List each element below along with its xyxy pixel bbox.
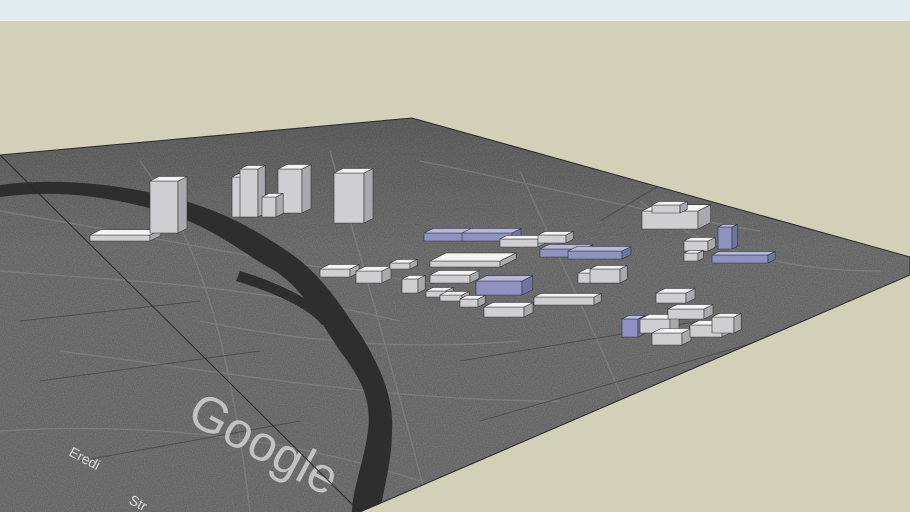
building-front-face [429, 274, 471, 284]
building-side-face [301, 164, 312, 214]
building-25[interactable] [533, 292, 602, 306]
building-front-face [401, 278, 419, 294]
building-front-face [429, 260, 501, 268]
building-front-face [651, 332, 683, 346]
building-front-face [475, 280, 523, 296]
building-roof [429, 270, 480, 276]
building-36[interactable] [651, 328, 692, 346]
building-roof [483, 302, 534, 308]
building-front-face [89, 234, 151, 242]
building-front-face [711, 316, 735, 334]
building-front-face [333, 172, 365, 224]
building-side-face [275, 192, 284, 218]
building-39[interactable] [655, 288, 696, 304]
building-18[interactable] [429, 252, 517, 268]
building-30[interactable] [683, 249, 704, 262]
building-front-face [567, 250, 623, 260]
building-front-face [537, 234, 567, 244]
building-front-face [261, 196, 277, 218]
building-side-face [177, 176, 188, 234]
building-2[interactable] [149, 176, 188, 234]
building-7[interactable] [333, 168, 374, 224]
building-roof [567, 246, 632, 252]
building-front-face [651, 204, 681, 214]
building-8[interactable] [319, 264, 360, 278]
building-front-face [239, 168, 259, 218]
sky-band [0, 0, 910, 21]
building-roof [475, 275, 533, 282]
building-front-face [423, 232, 465, 242]
building-front-face [641, 210, 699, 230]
building-40[interactable] [667, 304, 714, 320]
building-31[interactable] [717, 223, 738, 250]
building-27[interactable] [589, 264, 628, 284]
building-front-face [717, 226, 733, 250]
building-17[interactable] [475, 275, 534, 296]
building-front-face [683, 252, 699, 262]
building-front-face [667, 308, 705, 320]
building-front-face [499, 238, 539, 248]
building-front-face [439, 294, 463, 302]
building-10[interactable] [389, 258, 418, 270]
building-front-face [149, 180, 179, 234]
building-12[interactable] [429, 270, 480, 284]
building-29[interactable] [683, 236, 716, 252]
building-front-face [589, 268, 621, 284]
building-33[interactable] [651, 200, 688, 214]
building-24[interactable] [567, 246, 632, 260]
building-6[interactable] [261, 192, 284, 218]
3d-scene[interactable]: Google Eredi Str [0, 21, 910, 512]
building-front-face [711, 254, 769, 264]
building-front-face [533, 296, 595, 306]
building-front-face [683, 240, 709, 252]
sketchup-viewport[interactable]: Google Eredi Str [0, 0, 910, 512]
building-roof [461, 228, 522, 234]
building-side-face [363, 168, 374, 224]
building-4[interactable] [239, 164, 266, 218]
building-front-face [621, 318, 639, 338]
building-32[interactable] [711, 250, 776, 264]
building-9[interactable] [355, 266, 392, 284]
building-front-face [483, 306, 525, 318]
building-16[interactable] [483, 302, 534, 318]
building-11[interactable] [401, 274, 426, 294]
building-roof [533, 293, 602, 298]
building-front-face [355, 270, 383, 284]
building-front-face [389, 262, 411, 270]
building-front-face [459, 298, 479, 308]
building-front-face [655, 292, 687, 304]
building-roof [589, 265, 628, 270]
building-front-face [319, 268, 351, 278]
building-38[interactable] [711, 312, 742, 334]
building-side-face [731, 223, 738, 250]
building-roof [711, 251, 776, 256]
building-15[interactable] [459, 294, 486, 308]
building-22[interactable] [537, 230, 574, 244]
